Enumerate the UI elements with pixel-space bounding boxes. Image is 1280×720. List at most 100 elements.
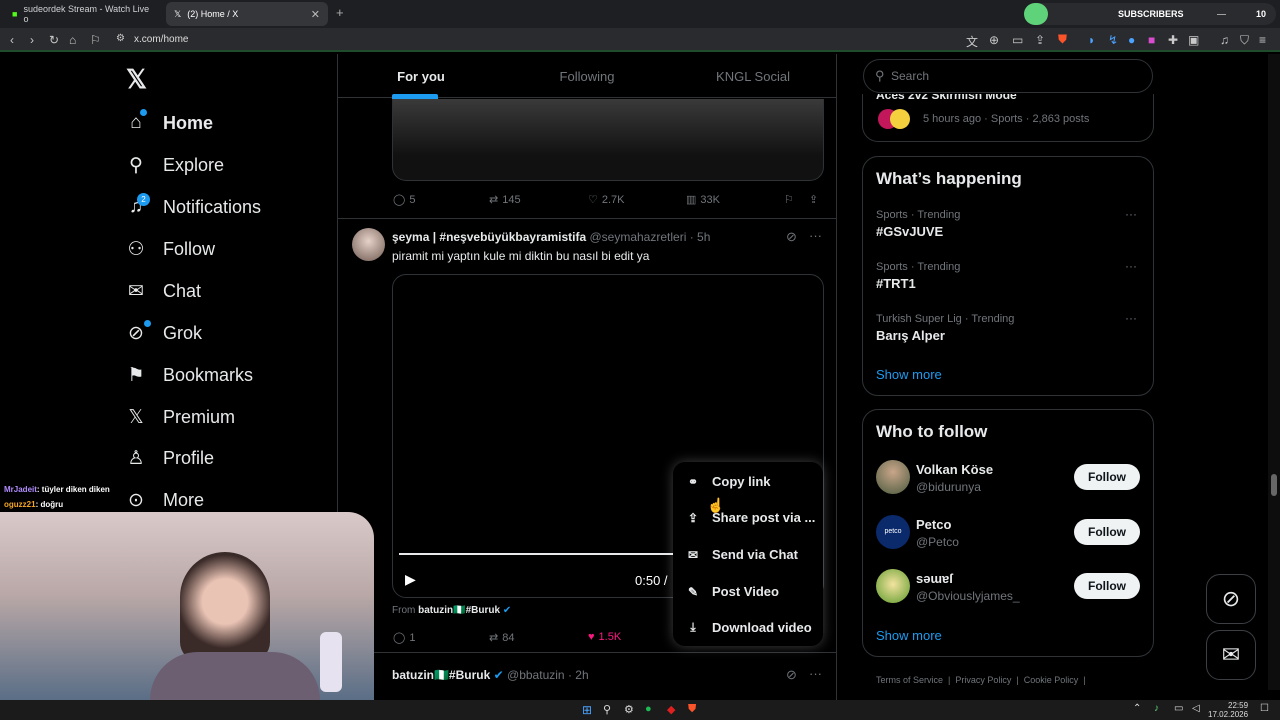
more-icon[interactable]: ···	[1125, 207, 1137, 221]
forward-icon[interactable]: ›	[30, 33, 34, 47]
footer-link[interactable]: Terms of Service	[876, 675, 943, 685]
follow-button[interactable]: Follow	[1074, 464, 1140, 490]
avatar[interactable]	[876, 460, 910, 494]
brave-icon[interactable]: ⛊	[688, 703, 696, 716]
sidebar-item-follow[interactable]: ⚇ Follow	[125, 233, 215, 265]
search-box[interactable]: ⚲ Search	[863, 59, 1153, 93]
vpn-icon[interactable]: ⛉	[1240, 33, 1249, 48]
reload-icon[interactable]: ↻	[49, 33, 59, 47]
play-icon[interactable]: ▶	[405, 571, 416, 588]
grok-icon[interactable]: ⊘	[786, 229, 797, 245]
trend-item[interactable]: Turkish Super Lig · Trending Barış Alper…	[863, 309, 1153, 357]
tray-chevron-icon[interactable]: ⌃	[1133, 703, 1141, 714]
avatar[interactable]: petco	[876, 515, 910, 549]
more-icon[interactable]: ···	[809, 666, 822, 681]
sidebar-item-home[interactable]: ⌂ Home	[125, 107, 213, 139]
top-card[interactable]: Aces 2v2 Skirmish Mode 5 hours ago · Spo…	[862, 94, 1154, 142]
trend-item[interactable]: Sports · Trending #GSvJUVE ···	[863, 205, 1153, 253]
footer-link[interactable]: Privacy Policy	[955, 675, 1011, 685]
footer-link[interactable]: Cookie Policy	[1024, 675, 1079, 685]
more-icon[interactable]: ···	[809, 228, 822, 243]
cast-icon[interactable]: ▭	[1012, 33, 1023, 47]
post-image[interactable]	[392, 99, 824, 181]
sidebar-item-chat[interactable]: ✉ Chat	[125, 275, 201, 307]
trend-item[interactable]: Sports · Trending #TRT1 ···	[863, 257, 1153, 305]
user-name[interactable]: Petco	[916, 517, 951, 532]
menu-item-download-video[interactable]: ⤓ Download video	[685, 620, 811, 635]
search-input[interactable]: Search	[891, 69, 929, 83]
extension-icon[interactable]: ◗	[1088, 33, 1095, 47]
microphone-icon[interactable]: ♪	[1154, 703, 1159, 714]
menu-item-copy-link[interactable]: ⚭ Copy link	[685, 474, 771, 489]
sidebar-item-bookmarks[interactable]: ⚑ Bookmarks	[125, 359, 253, 391]
clock[interactable]: 22:59 17.02.2026	[1208, 701, 1248, 719]
network-icon[interactable]: ▭	[1174, 703, 1183, 714]
follow-button[interactable]: Follow	[1074, 573, 1140, 599]
sidebar-item-profile[interactable]: ♙ Profile	[125, 442, 214, 474]
browser-tab-x[interactable]: 𝕏 (2) Home / X ✕	[166, 2, 328, 26]
user-name[interactable]: səɯɐſ	[916, 571, 953, 586]
windows-start-icon[interactable]: ⊞	[582, 703, 592, 717]
page-scrollbar[interactable]	[1268, 54, 1280, 690]
extension-icon[interactable]: ●	[1128, 33, 1135, 47]
author-name[interactable]: şeyma | #neşvebüyükbayramistifa	[392, 230, 586, 244]
browser-tab-stream[interactable]: ■ sudeordek Stream - Watch Live o	[4, 2, 158, 26]
site-info-icon[interactable]: ⚙	[116, 33, 125, 44]
home-icon[interactable]: ⌂	[69, 33, 76, 47]
video-progress-bar[interactable]	[399, 553, 699, 555]
music-icon[interactable]: ♫	[1220, 33, 1229, 47]
like-button[interactable]: ♥ 1.5K	[588, 631, 621, 643]
sidebar-item-explore[interactable]: ⚲ Explore	[125, 149, 224, 181]
bookmark-button[interactable]: ⚐	[784, 193, 794, 206]
avatar[interactable]	[876, 569, 910, 603]
brave-shield-icon[interactable]: ⛊	[1058, 32, 1067, 47]
scrollbar-thumb[interactable]	[1271, 474, 1277, 496]
from-name[interactable]: batuzin🇳🇬#Buruk	[418, 605, 500, 616]
bookmark-icon[interactable]: ⚐	[90, 33, 101, 47]
search-icon[interactable]: ⚲	[603, 703, 611, 716]
author-handle[interactable]: @seymahazretleri	[589, 230, 686, 244]
user-name[interactable]: Volkan Köse	[916, 462, 993, 477]
extension-icon[interactable]: ↯	[1108, 33, 1118, 47]
url-text[interactable]: x.com/home	[134, 34, 188, 45]
like-button[interactable]: ♡ 2.7K	[588, 193, 625, 207]
menu-item-share-post[interactable]: ⇪ Share post via ...	[685, 510, 815, 525]
tab-following[interactable]: Following	[504, 54, 670, 97]
share-button[interactable]: ⇪	[809, 193, 818, 206]
author-handle[interactable]: @bbatuzin	[507, 668, 565, 682]
tab-for-you[interactable]: For you	[338, 54, 504, 97]
more-icon[interactable]: ···	[1125, 311, 1137, 325]
sidebar-item-grok[interactable]: ⊘ Grok	[125, 317, 202, 349]
notifications-icon[interactable]: ☐	[1260, 703, 1269, 714]
zoom-icon[interactable]: ⊕	[989, 33, 999, 47]
minimize-icon[interactable]: —	[1217, 9, 1226, 19]
reply-button[interactable]: ◯ 5	[393, 193, 415, 207]
show-more-link[interactable]: Show more	[876, 367, 942, 382]
sidebar-toggle-icon[interactable]: ▣	[1188, 33, 1199, 47]
spotify-icon[interactable]: ●	[645, 703, 652, 715]
grok-fab[interactable]: ⊘	[1206, 574, 1256, 624]
repost-button[interactable]: ⇄ 84	[489, 631, 514, 645]
tab-kngl-social[interactable]: KNGL Social	[670, 54, 836, 97]
more-icon[interactable]: ···	[1125, 259, 1137, 273]
share-icon[interactable]: ⇪	[1035, 33, 1045, 47]
reply-button[interactable]: ◯ 1	[393, 631, 415, 645]
repost-button[interactable]: ⇄ 145	[489, 193, 521, 207]
menu-item-send-chat[interactable]: ✉ Send via Chat	[685, 547, 798, 562]
app-icon[interactable]: ◆	[667, 703, 675, 716]
follow-button[interactable]: Follow	[1074, 519, 1140, 545]
extension-icon[interactable]: ■	[1148, 33, 1155, 47]
views-button[interactable]: ▥ 33K	[686, 193, 720, 207]
settings-icon[interactable]: ⚙	[624, 703, 634, 716]
messages-fab[interactable]: ✉	[1206, 630, 1256, 680]
translate-icon[interactable]: 文	[966, 33, 978, 50]
puzzle-icon[interactable]: ✚	[1168, 33, 1178, 47]
close-tab-icon[interactable]: ✕	[311, 8, 320, 21]
x-logo-icon[interactable]: 𝕏	[126, 64, 147, 95]
author-name[interactable]: batuzin🇳🇬#Buruk	[392, 668, 490, 682]
volume-icon[interactable]: ◁	[1192, 703, 1200, 714]
new-tab-icon[interactable]: +	[336, 5, 344, 20]
avatar[interactable]	[352, 228, 385, 261]
menu-item-post-video[interactable]: ✎ Post Video	[685, 584, 779, 599]
grok-icon[interactable]: ⊘	[786, 667, 797, 683]
